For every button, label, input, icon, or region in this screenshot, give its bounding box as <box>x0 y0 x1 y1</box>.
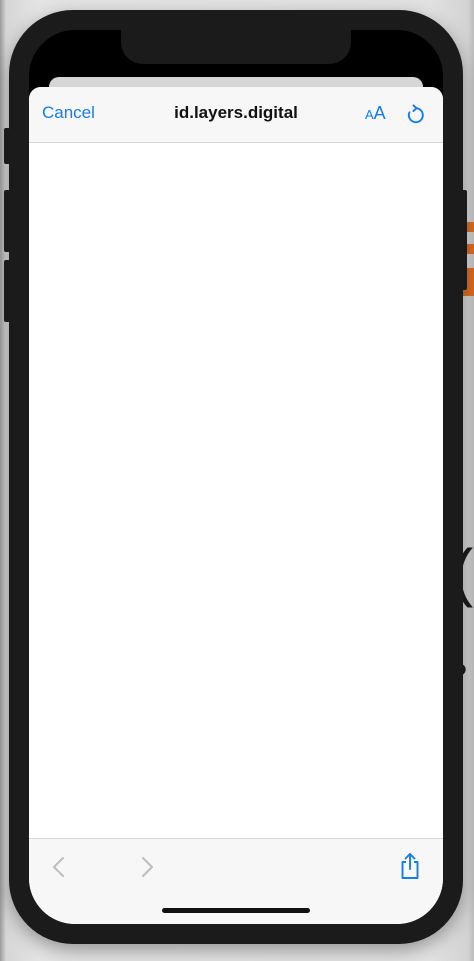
text-size-large-label: A <box>373 103 386 123</box>
share-button[interactable] <box>399 852 421 880</box>
reload-button[interactable] <box>404 104 426 126</box>
reload-icon <box>407 104 424 124</box>
home-indicator <box>162 908 310 913</box>
web-content-area[interactable] <box>29 143 443 838</box>
chevron-left-icon <box>53 857 64 877</box>
chevron-right-icon <box>142 857 153 877</box>
safari-view-sheet: Cancel id.layers.digital AA <box>29 87 443 924</box>
phone-frame: Cancel id.layers.digital AA <box>9 10 463 944</box>
cancel-button[interactable]: Cancel <box>42 103 95 123</box>
text-size-button[interactable]: AA <box>365 103 386 124</box>
notch <box>121 30 351 64</box>
browser-nav-bar: Cancel id.layers.digital AA <box>29 87 443 143</box>
text-size-small-label: A <box>365 107 374 122</box>
back-button[interactable] <box>49 855 69 879</box>
phone-screen: Cancel id.layers.digital AA <box>29 30 443 924</box>
app-background: ( • Cancel id.layers.digital AA <box>0 0 474 961</box>
share-icon <box>401 853 419 879</box>
forward-button[interactable] <box>137 855 157 879</box>
